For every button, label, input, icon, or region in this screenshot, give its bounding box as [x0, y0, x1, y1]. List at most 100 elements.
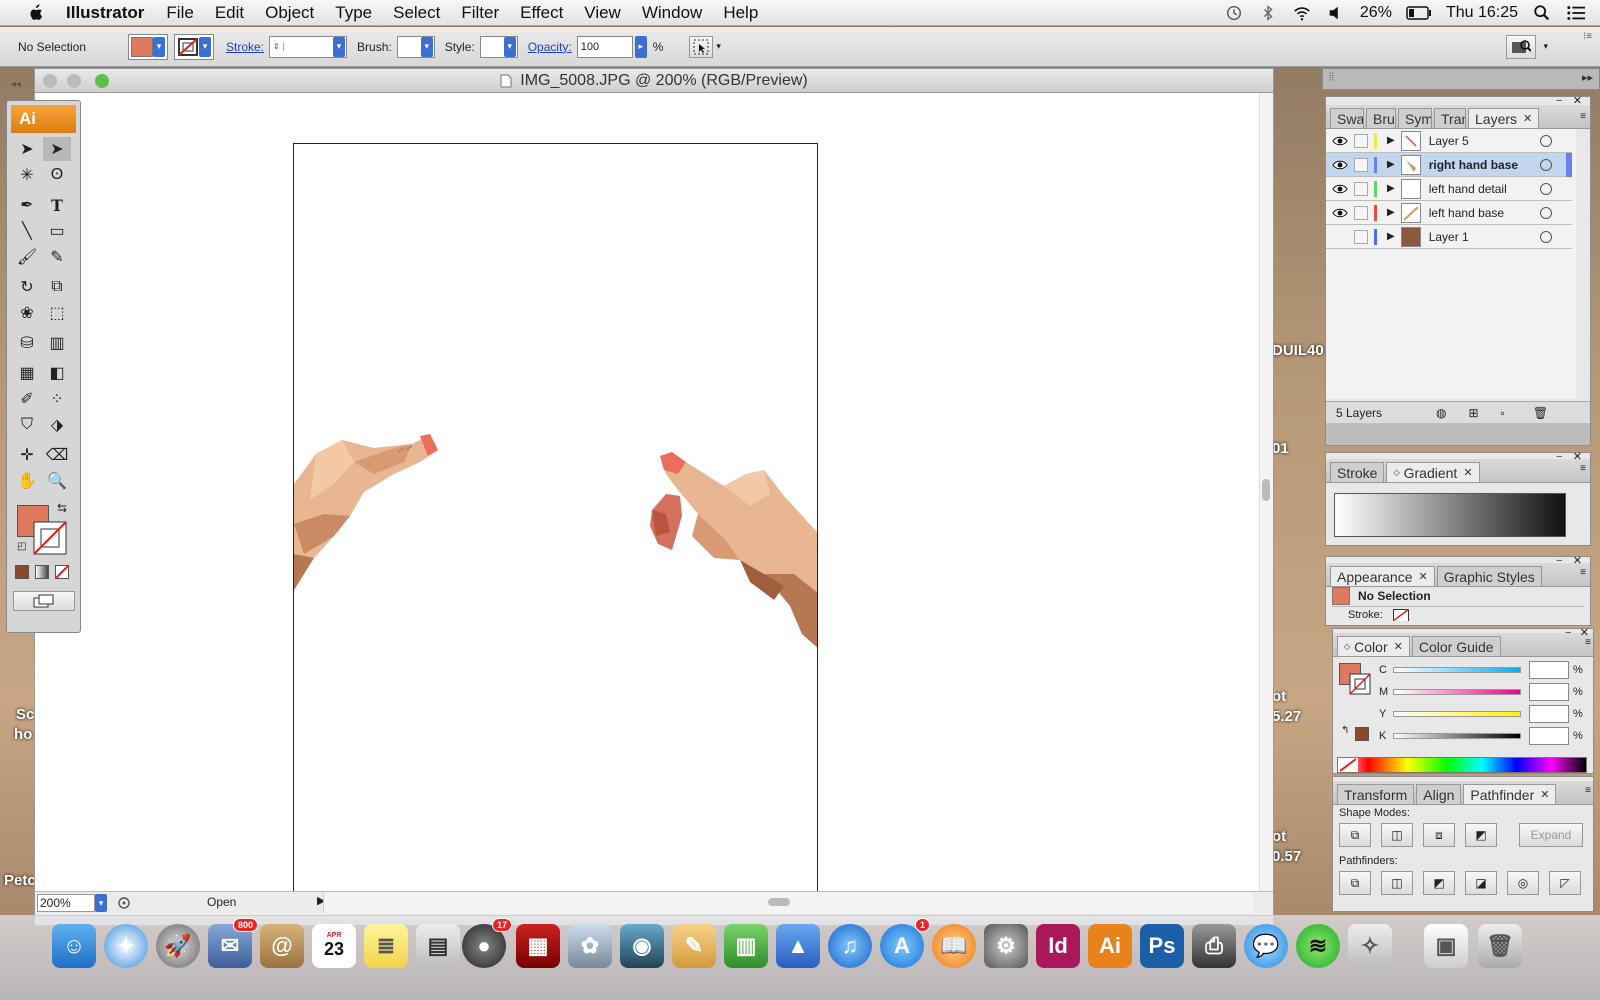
menu-edit[interactable]: Edit [215, 3, 244, 23]
type-tool-icon[interactable]: T [43, 193, 71, 217]
facetime-icon[interactable]: ● 17 [462, 918, 512, 968]
apple-icon[interactable] [22, 3, 48, 23]
printer-icon[interactable]: ⎙ [1192, 924, 1236, 968]
color-spectrum-bar[interactable] [1337, 757, 1587, 773]
crop-button[interactable]: ◪ [1465, 871, 1497, 895]
gradient-tool-icon[interactable]: ◧ [43, 361, 71, 385]
trash-icon[interactable]: 🗑 [1478, 924, 1522, 968]
close-panel-icon[interactable]: ✕ [1573, 94, 1582, 107]
scale-tool-icon[interactable]: ⧉ [43, 275, 71, 299]
outline-button[interactable]: ◎ [1507, 871, 1539, 895]
stroke-weight-field[interactable]: ⇕ ▾ [269, 35, 348, 58]
horizontal-scrollbar[interactable] [323, 893, 1253, 913]
tab-brushes[interactable]: Brus [1366, 108, 1396, 128]
appearance-stroke-row[interactable]: Stroke: [1348, 609, 1584, 623]
lock-toggle[interactable] [1354, 205, 1368, 220]
battery-icon[interactable] [1406, 6, 1432, 20]
close-panel-icon[interactable]: ✕ [1573, 554, 1582, 567]
menu-help[interactable]: Help [723, 3, 758, 23]
lasso-tool-icon[interactable]: ʘ [43, 163, 71, 187]
eyedropper-tool-icon[interactable]: ✐ [13, 387, 41, 411]
expand-triangle-icon[interactable]: ▶ [1387, 207, 1395, 218]
tab-appearance[interactable]: Appearance ✕ [1330, 566, 1435, 586]
target-circle-icon[interactable] [1540, 207, 1552, 219]
lock-toggle[interactable] [1354, 157, 1368, 172]
lock-toggle[interactable] [1354, 181, 1368, 196]
tab-graphic-styles[interactable]: Graphic Styles [1436, 566, 1542, 586]
visibility-toggle-hidden[interactable] [1332, 231, 1348, 243]
c-value-field[interactable] [1529, 661, 1569, 679]
eraser-tool-icon[interactable]: ⌫ [43, 443, 71, 467]
image-capture-icon[interactable]: ◉ [620, 924, 664, 968]
live-paint-selection-tool-icon[interactable]: ⬗ [43, 413, 71, 437]
canvas[interactable] [35, 93, 1273, 903]
line-tool-icon[interactable]: ╲ [13, 219, 41, 243]
k-slider[interactable] [1393, 733, 1521, 739]
zoom-button[interactable] [95, 74, 109, 88]
exclude-button[interactable]: ◩ [1465, 823, 1497, 847]
layer-row[interactable]: ▶ Layer 1 [1326, 225, 1572, 249]
artboard[interactable] [293, 143, 818, 903]
toolbox-collapse-icon[interactable]: ◂◂ [7, 79, 82, 97]
visibility-eye-icon[interactable] [1332, 207, 1348, 219]
symbol-sprayer-tool-icon[interactable]: ⛁ [13, 331, 41, 355]
tab-symbols[interactable]: Sym [1398, 108, 1432, 128]
target-circle-icon[interactable] [1540, 183, 1552, 195]
opacity-link[interactable]: Opacity: [528, 40, 572, 54]
panel-menu-icon[interactable]: ≡ [1580, 111, 1586, 122]
target-circle-icon[interactable] [1540, 135, 1552, 147]
layer-row[interactable]: ▶ left hand detail [1326, 177, 1572, 201]
stroke-swatch-dropdown[interactable]: ▾ [174, 33, 214, 60]
minimize-panel-icon[interactable]: – [1565, 627, 1571, 638]
preview-icon[interactable]: ▤ [416, 924, 460, 968]
layer-name[interactable]: Layer 1 [1429, 230, 1539, 244]
messages-icon[interactable]: 💬 [1244, 924, 1288, 968]
trash-icon[interactable]: 🗑 [1533, 406, 1548, 420]
system-preferences-icon[interactable]: ⚙ [984, 924, 1028, 968]
paintbrush-tool-icon[interactable]: 🖌 [13, 245, 41, 269]
notification-list-icon[interactable] [1566, 4, 1586, 22]
illustrator-icon[interactable]: Ai [1088, 924, 1132, 968]
c-slider[interactable] [1393, 667, 1521, 673]
k-value-field[interactable] [1529, 727, 1569, 745]
expand-triangle-icon[interactable]: ▶ [1387, 231, 1395, 242]
layer-name[interactable]: Layer 5 [1429, 134, 1539, 148]
spotify-icon[interactable]: ≋ [1296, 924, 1340, 968]
visibility-eye-icon[interactable] [1332, 135, 1348, 147]
tab-color[interactable]: ◇ Color ✕ [1337, 636, 1410, 656]
bridge-button[interactable] [1506, 35, 1536, 59]
indesign-icon[interactable]: Id [1036, 924, 1080, 968]
m-slider[interactable] [1393, 689, 1521, 695]
pencil-tool-icon[interactable]: ✎ [43, 245, 71, 269]
expand-triangle-icon[interactable]: ▶ [1387, 159, 1395, 170]
free-transform-tool-icon[interactable]: ⬚ [43, 301, 71, 325]
chevron-down-icon[interactable]: ▾ [716, 41, 721, 52]
y-slider[interactable] [1393, 711, 1521, 717]
photoshop-icon[interactable]: Ps [1140, 924, 1184, 968]
calendar-icon[interactable]: APR 23 [312, 924, 356, 968]
menu-type[interactable]: Type [335, 3, 372, 23]
panel-menu-icon[interactable]: ⁝≡ [1583, 31, 1592, 42]
screen-mode-button[interactable] [13, 591, 75, 611]
target-circle-icon[interactable] [1540, 231, 1552, 243]
chevron-down-icon[interactable]: ▾ [1543, 41, 1548, 52]
minus-front-button[interactable]: ◫ [1381, 823, 1413, 847]
make-clipping-mask-icon[interactable]: ◍ [1436, 406, 1446, 420]
swap-colors-icon[interactable]: ⇆ [57, 501, 67, 515]
rotate-tool-icon[interactable]: ↻ [13, 275, 41, 299]
tab-stroke[interactable]: Stroke [1330, 462, 1385, 482]
app-switcher-icon[interactable]: ✧ [1348, 924, 1392, 968]
menu-view[interactable]: View [584, 3, 621, 23]
layer-row[interactable]: ▶ right hand base [1326, 153, 1572, 177]
hands-artwork[interactable] [294, 144, 818, 903]
expand-button[interactable]: Expand [1519, 823, 1583, 847]
zoom-dropdown[interactable]: ▾ [95, 894, 107, 912]
tab-transparency[interactable]: Tran [1434, 108, 1466, 128]
zoom-field[interactable]: 200% [37, 894, 95, 912]
notes-icon[interactable]: ≣ [364, 924, 408, 968]
trim-button[interactable]: ◫ [1381, 871, 1413, 895]
finder-icon[interactable]: ☺ [52, 924, 96, 968]
isolate-button[interactable] [689, 35, 714, 58]
minimize-panel-icon[interactable]: – [1556, 555, 1562, 566]
menu-filter[interactable]: Filter [461, 3, 499, 23]
